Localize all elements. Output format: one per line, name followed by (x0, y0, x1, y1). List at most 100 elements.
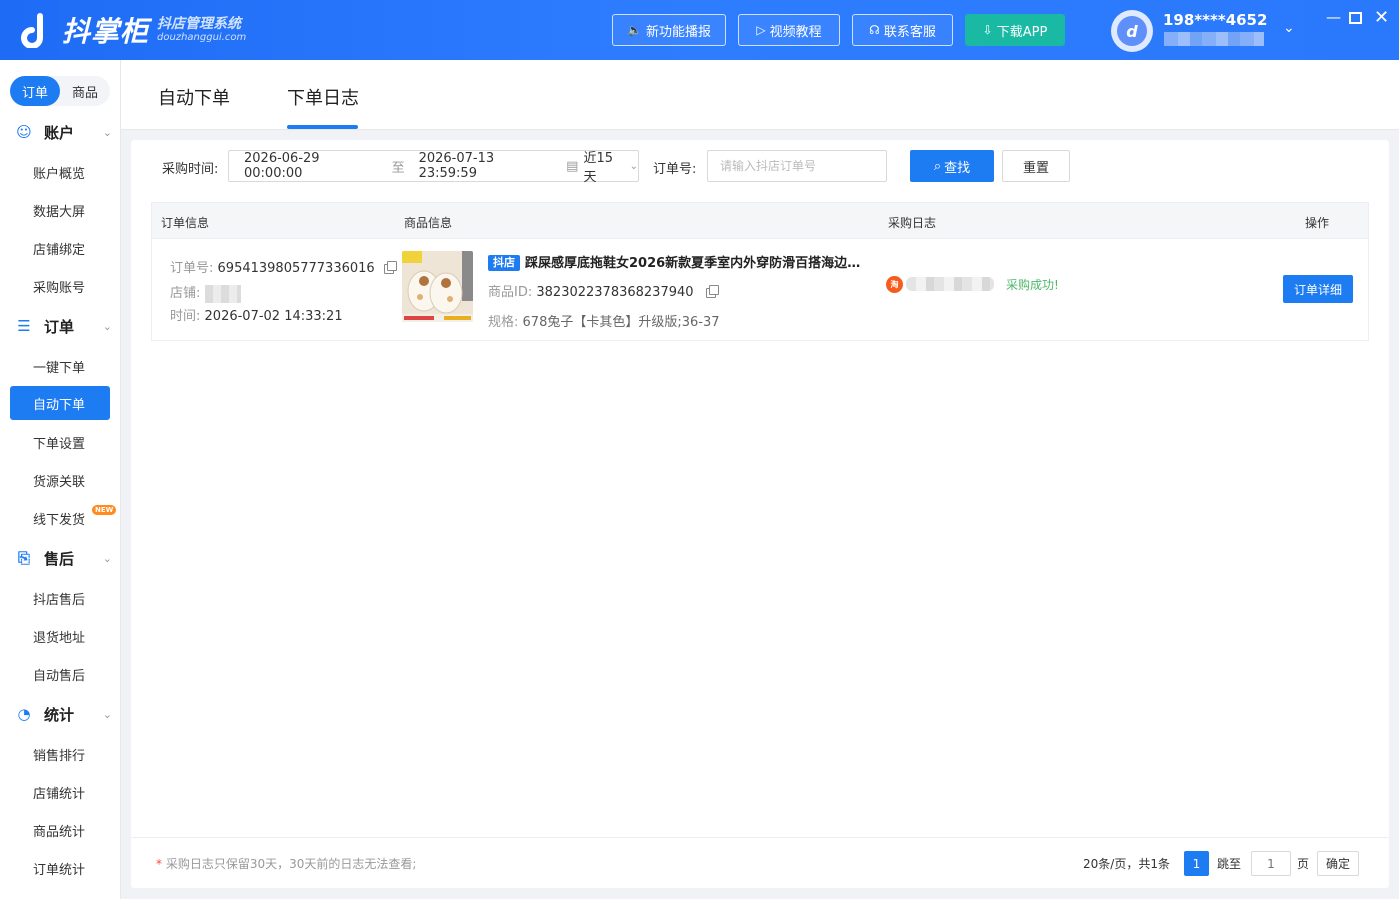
taobao-icon: 淘 (886, 276, 903, 293)
purchase-account-blurred (906, 277, 994, 291)
page-number-current[interactable]: 1 (1184, 851, 1209, 876)
top-header: 抖掌柜 抖店管理系统 douzhanggui.com 🔈 新功能播报 ▷ 视频教… (0, 0, 1399, 60)
minimize-icon[interactable]: — (1326, 8, 1341, 26)
shop-name-blurred (204, 284, 241, 303)
footer-divider (131, 837, 1389, 838)
sidebar-item-auto-order[interactable]: 自动下单 (10, 386, 110, 420)
copy-icon[interactable] (383, 260, 397, 274)
jump-label: 跳至 (1217, 857, 1242, 871)
segment-orders[interactable]: 订单 (10, 76, 60, 106)
product-thumbnail[interactable] (402, 251, 473, 322)
search-button[interactable]: ⌕ 查找 (910, 150, 994, 182)
start-date[interactable]: 2026-06-29 00:00:00 (244, 151, 378, 181)
order-no: 订单号: 6954139805777336016 (170, 257, 397, 276)
active-tab-indicator (287, 125, 358, 129)
copy-icon[interactable] (705, 284, 719, 298)
shop-tag: 抖店 (488, 255, 520, 271)
chevron-down-icon: ⌄ (629, 160, 638, 172)
col-actions: 操作 (1305, 216, 1330, 230)
sidebar-section-stats[interactable]: ◔ 统计 ⌄ (14, 702, 114, 726)
col-purchase-log: 采购日志 (888, 216, 937, 230)
sidebar-item-order-stats[interactable]: 订单统计 (10, 851, 110, 885)
date-range-picker[interactable]: 2026-06-29 00:00:00 至 2026-07-13 23:59:5… (228, 147, 639, 185)
sidebar-item-sales-ranking[interactable]: 销售排行 (10, 737, 110, 771)
order-time: 时间: 2026-07-02 14:33:21 (170, 309, 343, 324)
page-info: 20条/页，共1条 (1083, 857, 1170, 871)
video-tutorial-button[interactable]: ▷ 视频教程 (738, 14, 840, 46)
order-no-input[interactable] (707, 150, 887, 182)
new-badge: NEW (92, 505, 117, 515)
user-shop-blurred (1164, 32, 1264, 46)
sidebar-item-offline-shipping[interactable]: 线下发货 NEW (10, 501, 117, 535)
avatar[interactable]: d (1111, 10, 1153, 52)
chevron-down-icon: ⌄ (102, 125, 112, 139)
sidebar-item-data-screen[interactable]: 数据大屏 (10, 193, 110, 227)
user-phone: 198****4652 (1163, 11, 1268, 29)
purchase-status: 采购成功! (1006, 278, 1059, 292)
tab-auto-order[interactable]: 自动下单 (158, 84, 230, 110)
order-list-icon: ☰ (17, 317, 31, 335)
sidebar-segment-switch: 订单 商品 (10, 76, 110, 106)
search-icon: ⌕ (933, 158, 942, 174)
sidebar-section-aftersale[interactable]: ⎘ 售后 ⌄ (14, 546, 114, 570)
purchase-time-label: 采购时间: (162, 162, 219, 177)
close-icon[interactable]: ✕ (1374, 7, 1389, 28)
avatar-logo-icon: d (1117, 16, 1147, 46)
order-no-label: 订单号: (653, 162, 697, 177)
brand-subtitle: 抖店管理系统 (157, 15, 242, 32)
jump-confirm-button[interactable]: 确定 (1317, 851, 1359, 876)
tab-order-log[interactable]: 下单日志 (287, 84, 359, 110)
page-unit-label: 页 (1297, 857, 1310, 871)
chevron-down-icon: ⌄ (102, 707, 112, 721)
sidebar-item-product-stats[interactable]: 商品统计 (10, 813, 110, 847)
quick-range-select[interactable]: 近15天 (583, 147, 624, 185)
account-icon: ☺ (16, 123, 32, 141)
brand-title: 抖掌柜 (62, 15, 150, 48)
product-id: 商品ID: 3823022378368237940 (488, 281, 719, 300)
sidebar: 订单 商品 ☺ 账户 ⌄ 账户概览 数据大屏 店铺绑定 采购账号 ☰ 订单 ⌄ … (0, 60, 121, 899)
chevron-down-icon[interactable]: ⌄ (1283, 20, 1295, 36)
reset-button[interactable]: 重置 (1002, 150, 1070, 182)
video-icon: ▷ (756, 23, 766, 37)
chevron-down-icon: ⌄ (102, 551, 112, 565)
sidebar-section-account[interactable]: ☺ 账户 ⌄ (14, 120, 114, 144)
headset-icon: ☊ (869, 23, 880, 37)
contact-support-button[interactable]: ☊ 联系客服 (852, 14, 953, 46)
feature-news-button[interactable]: 🔈 新功能播报 (612, 14, 726, 46)
product-spec: 规格: 678兔子【卡其色】升级版;36-37 (488, 315, 720, 330)
download-app-button[interactable]: ⇩ 下载APP (965, 14, 1065, 46)
brand-domain: douzhanggui.com (157, 32, 247, 44)
brand-logo: 抖掌柜 抖店管理系统 douzhanggui.com (18, 10, 246, 50)
date-separator: 至 (391, 160, 405, 176)
logo-mark-icon (18, 12, 54, 49)
speaker-icon: 🔈 (627, 23, 642, 37)
log-retention-note: * 采购日志只保留30天，30天前的日志无法查看; (156, 857, 417, 871)
maximize-icon[interactable] (1349, 12, 1362, 24)
shop-name: 店铺: (170, 282, 241, 303)
order-detail-button[interactable]: 订单详细 (1283, 275, 1353, 303)
sidebar-item-shop-stats[interactable]: 店铺统计 (10, 775, 110, 809)
segment-products[interactable]: 商品 (60, 76, 110, 106)
table-header: 订单信息 商品信息 采购日志 操作 (151, 202, 1369, 239)
download-icon: ⇩ (982, 23, 993, 37)
sidebar-item-purchase-account[interactable]: 采购账号 (10, 269, 110, 303)
sidebar-item-shop-binding[interactable]: 店铺绑定 (10, 231, 110, 265)
calendar-icon: ▤ (566, 158, 579, 174)
col-order-info: 订单信息 (161, 216, 210, 230)
sidebar-item-account-overview[interactable]: 账户概览 (10, 155, 110, 189)
sidebar-item-auto-aftersale[interactable]: 自动售后 (10, 657, 110, 691)
sidebar-item-return-address[interactable]: 退货地址 (10, 619, 110, 653)
jump-page-input[interactable] (1251, 851, 1291, 876)
pie-chart-icon: ◔ (17, 705, 31, 723)
product-title[interactable]: 抖店踩屎感厚底拖鞋女2026新款夏季室内外穿防滑百搭海边沙滩凉拖鞋 (488, 252, 868, 271)
sidebar-item-shop-aftersale[interactable]: 抖店售后 (10, 581, 110, 615)
sidebar-item-one-click-order[interactable]: 一键下单 (10, 349, 110, 383)
page-tabs: 自动下单 下单日志 (121, 60, 1399, 130)
aftersale-icon: ⎘ (17, 549, 30, 567)
sidebar-item-source-link[interactable]: 货源关联 (10, 463, 110, 497)
sidebar-item-order-settings[interactable]: 下单设置 (10, 425, 110, 459)
sidebar-section-orders[interactable]: ☰ 订单 ⌄ (14, 314, 114, 338)
chevron-down-icon: ⌄ (102, 319, 112, 333)
end-date[interactable]: 2026-07-13 23:59:59 (419, 151, 553, 181)
col-product-info: 商品信息 (404, 216, 453, 230)
